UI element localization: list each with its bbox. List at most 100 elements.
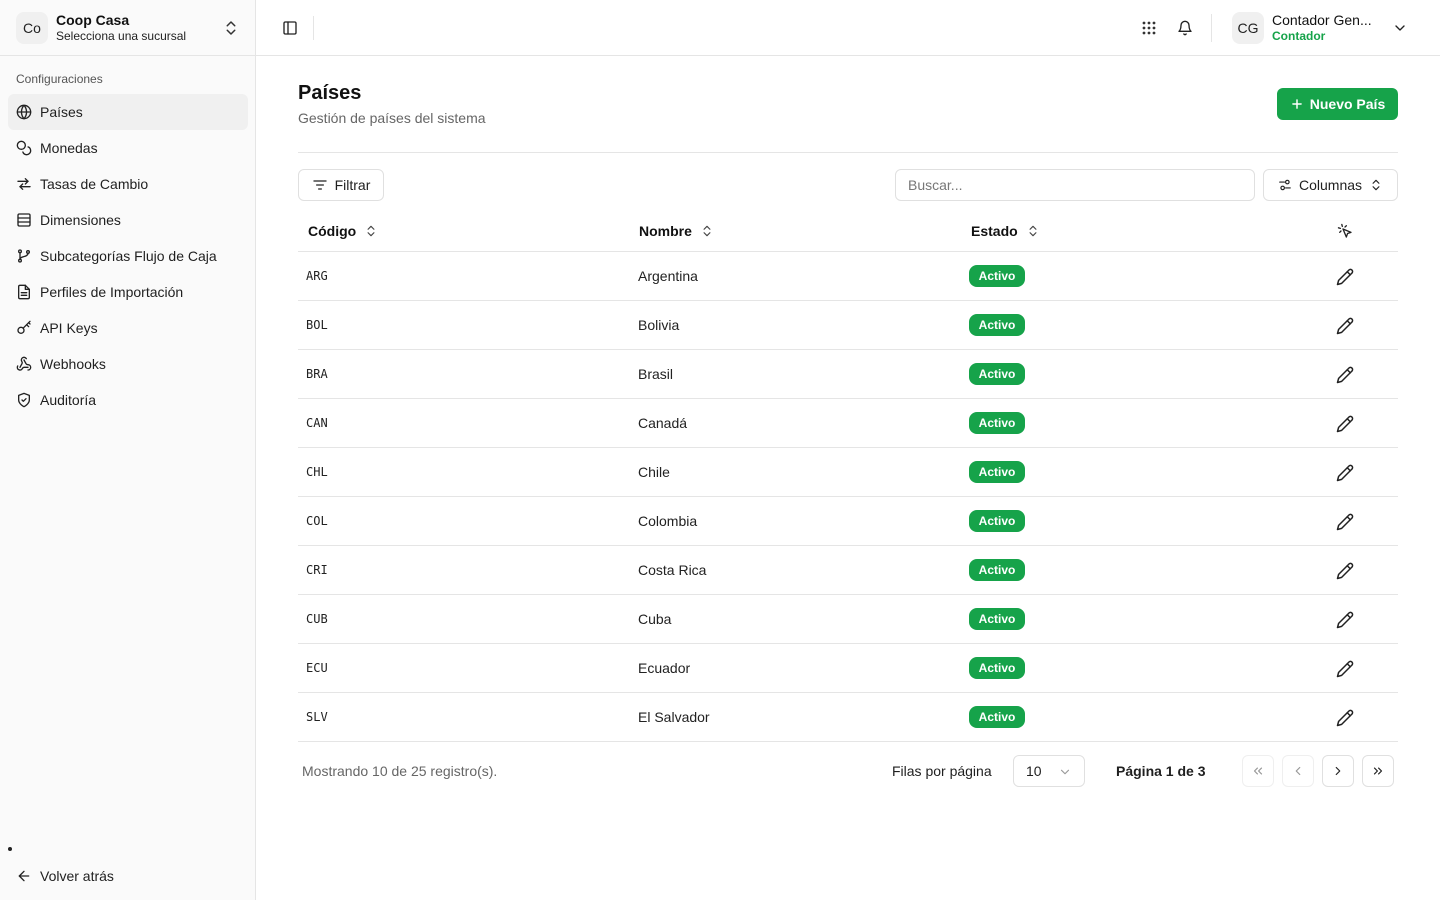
- sidebar-item-label: Dimensiones: [40, 212, 121, 228]
- sidebar-item-api-keys[interactable]: API Keys: [8, 310, 248, 346]
- country-name: Bolivia: [638, 317, 680, 333]
- filter-button[interactable]: Filtrar: [298, 169, 384, 201]
- top-bar: CG Contador Gen... Contador: [256, 0, 1440, 56]
- sidebar-item-subcategorias[interactable]: Subcategorías Flujo de Caja: [8, 238, 248, 274]
- shield-check-icon: [18, 392, 30, 408]
- column-header-nombre[interactable]: Nombre: [639, 223, 714, 239]
- sidebar-item-label: Subcategorías Flujo de Caja: [40, 248, 217, 264]
- columns-button[interactable]: Columnas: [1263, 169, 1398, 201]
- rows-per-page-select[interactable]: 10: [1013, 755, 1085, 787]
- arrows-exchange-icon: [17, 178, 31, 190]
- column-header-label: Código: [308, 223, 357, 239]
- chevrons-left-icon: [1253, 767, 1263, 775]
- settings-sliders-icon: [1279, 179, 1291, 191]
- chevrons-up-down-icon: [226, 21, 236, 35]
- user-avatar: CG: [1232, 12, 1264, 44]
- sidebar-item-perfiles-importacion[interactable]: Perfiles de Importación: [8, 274, 248, 310]
- edit-icon[interactable]: [1336, 562, 1354, 580]
- table-row: ARG Argentina Activo: [298, 252, 1398, 301]
- column-header-label: Estado: [971, 223, 1018, 239]
- edit-icon[interactable]: [1336, 317, 1354, 335]
- sidebar-item-monedas[interactable]: Monedas: [8, 130, 248, 166]
- column-header-estado[interactable]: Estado: [971, 223, 1040, 239]
- section-label: Configuraciones: [16, 72, 103, 86]
- first-page-button[interactable]: [1242, 755, 1274, 787]
- file-text-icon: [18, 284, 30, 300]
- column-header-label: Nombre: [639, 223, 692, 239]
- chevron-down-icon: [1060, 769, 1070, 775]
- layers-icon: [17, 213, 31, 227]
- sidebar-item-label: Auditoría: [40, 392, 97, 408]
- arrow-left-icon: [18, 870, 30, 882]
- country-code: CHL: [306, 465, 328, 479]
- table-row: SLV El Salvador Activo: [298, 693, 1398, 742]
- edit-icon[interactable]: [1336, 660, 1354, 678]
- table-header: Código Nombre Estado: [298, 211, 1398, 252]
- new-country-button[interactable]: Nuevo País: [1277, 88, 1398, 120]
- sidebar-nav: Países Monedas Tasas de Cambio Dimension…: [8, 94, 248, 418]
- country-code: CRI: [306, 563, 328, 577]
- country-name: Brasil: [638, 366, 674, 382]
- country-code: BRA: [306, 367, 328, 381]
- last-page-button[interactable]: [1362, 755, 1394, 787]
- user-name: Contador Gen...: [1272, 12, 1372, 28]
- page-title: Países: [298, 82, 362, 104]
- table-row: CAN Canadá Activo: [298, 399, 1398, 448]
- grid-dots-icon: [1142, 21, 1156, 35]
- git-branch-icon: [18, 249, 30, 263]
- page-subtitle: Gestión de países del sistema: [298, 110, 486, 126]
- previous-page-button[interactable]: [1282, 755, 1314, 787]
- edit-icon[interactable]: [1336, 366, 1354, 384]
- country-name: Cuba: [638, 611, 672, 627]
- columns-label: Columnas: [1298, 177, 1363, 193]
- chevron-right-icon: [1335, 766, 1341, 776]
- status-dot: [8, 847, 12, 851]
- table-row: CUB Cuba Activo: [298, 595, 1398, 644]
- column-header-codigo[interactable]: Código: [308, 223, 378, 239]
- next-page-button[interactable]: [1322, 755, 1354, 787]
- edit-icon[interactable]: [1336, 464, 1354, 482]
- edit-icon[interactable]: [1336, 709, 1354, 727]
- status-badge: Activo: [969, 265, 1025, 287]
- back-button[interactable]: Volver atrás: [8, 858, 248, 894]
- chevrons-up-down-icon: [1372, 179, 1380, 191]
- status-badge: Activo: [969, 510, 1025, 532]
- sidebar-item-auditoria[interactable]: Auditoría: [8, 382, 248, 418]
- country-code: CUB: [306, 612, 328, 626]
- edit-icon[interactable]: [1336, 513, 1354, 531]
- country-name: El Salvador: [638, 709, 710, 725]
- status-badge: Activo: [969, 608, 1025, 630]
- sidebar-toggle-button[interactable]: [278, 16, 302, 40]
- sidebar-item-dimensiones[interactable]: Dimensiones: [8, 202, 248, 238]
- country-name: Canadá: [638, 415, 688, 431]
- country-name: Colombia: [638, 513, 698, 529]
- apps-button[interactable]: [1137, 16, 1161, 40]
- sidebar-item-label: Tasas de Cambio: [40, 176, 149, 192]
- country-code: ARG: [306, 269, 328, 283]
- status-badge: Activo: [969, 559, 1025, 581]
- org-switcher[interactable]: Co Coop Casa Selecciona una sucursal: [0, 0, 256, 56]
- notifications-button[interactable]: [1173, 16, 1197, 40]
- divider: [298, 152, 1398, 153]
- globe-icon: [16, 104, 32, 120]
- org-subtitle: Selecciona una sucursal: [56, 29, 187, 43]
- sidebar-item-webhooks[interactable]: Webhooks: [8, 346, 248, 382]
- status-badge: Activo: [969, 363, 1025, 385]
- edit-icon[interactable]: [1336, 611, 1354, 629]
- sidebar-item-paises[interactable]: Países: [8, 94, 248, 130]
- filter-icon: [312, 180, 327, 190]
- sparkle-pointer-icon: [1337, 223, 1352, 238]
- status-badge: Activo: [969, 706, 1025, 728]
- chevron-down-icon: [1395, 25, 1405, 31]
- table-row: BRA Brasil Activo: [298, 350, 1398, 399]
- search-input[interactable]: [895, 169, 1255, 201]
- table-row: CRI Costa Rica Activo: [298, 546, 1398, 595]
- edit-icon[interactable]: [1336, 415, 1354, 433]
- new-country-label: Nuevo País: [1309, 96, 1386, 112]
- sidebar-item-tasas-de-cambio[interactable]: Tasas de Cambio: [8, 166, 248, 202]
- plus-icon: [1291, 99, 1302, 109]
- page-info: Página 1 de 3: [1116, 763, 1206, 779]
- sort-icon: [1029, 225, 1037, 237]
- edit-icon[interactable]: [1336, 268, 1354, 286]
- table-row: BOL Bolivia Activo: [298, 301, 1398, 350]
